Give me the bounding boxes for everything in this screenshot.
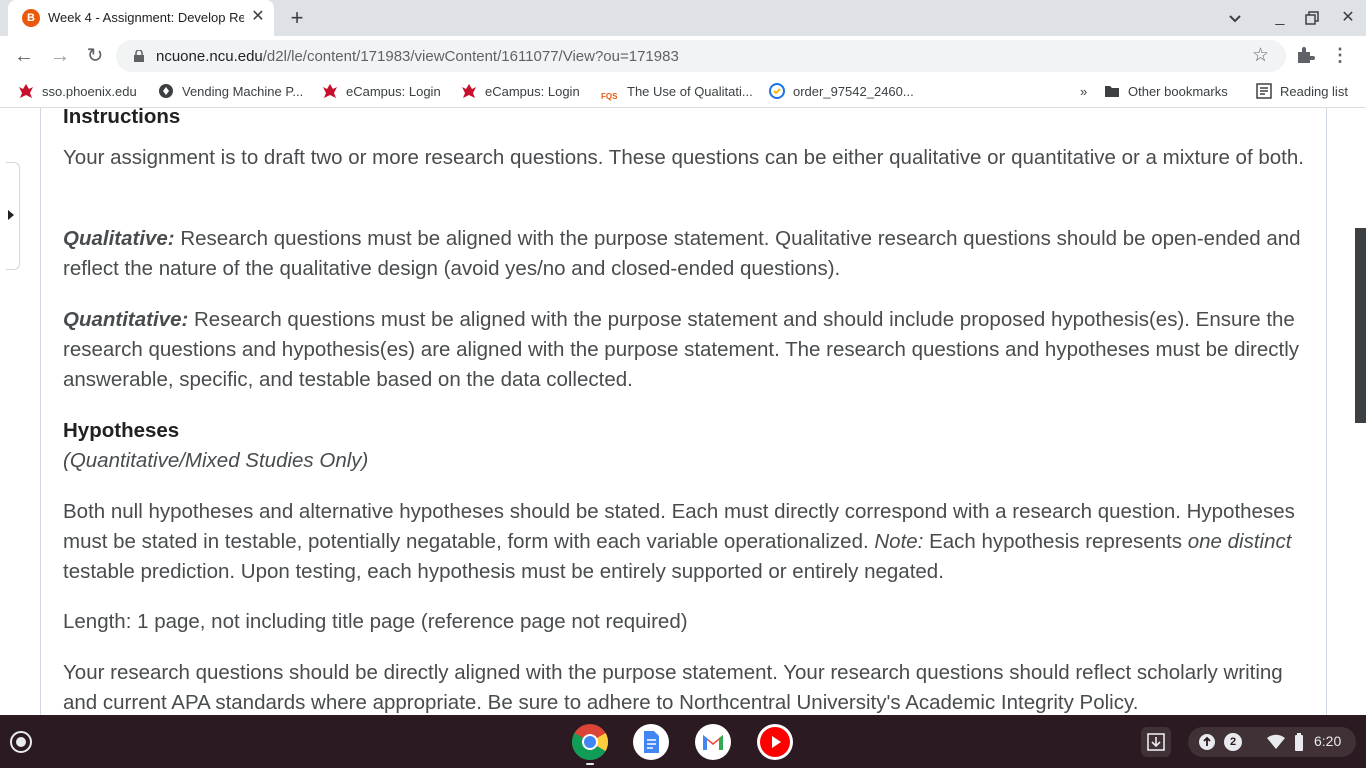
bookmark-label: eCampus: Login bbox=[485, 84, 580, 99]
reading-list-button[interactable]: Reading list bbox=[1256, 82, 1348, 102]
status-area[interactable]: 2 6:20 bbox=[1188, 727, 1356, 757]
bookmarks-bar: sso.phoenix.edu Vending Machine P... eCa… bbox=[0, 76, 1366, 108]
download-icon bbox=[1147, 733, 1165, 751]
extensions-icon[interactable] bbox=[1294, 44, 1316, 66]
bookmarks-overflow-button[interactable]: » bbox=[1080, 82, 1087, 102]
running-indicator bbox=[586, 763, 594, 765]
reload-icon[interactable]: ↻ bbox=[81, 42, 109, 70]
phoenix-icon bbox=[323, 84, 337, 98]
docs-icon[interactable] bbox=[632, 723, 670, 761]
bookmark-item[interactable]: eCampus: Login bbox=[461, 82, 580, 102]
launcher-button[interactable] bbox=[10, 731, 32, 753]
quantitative-text: Research questions must be aligned with … bbox=[63, 308, 1300, 391]
close-tab-icon[interactable]: ✕ bbox=[248, 7, 268, 27]
length-paragraph: Length: 1 page, not including title page… bbox=[63, 610, 688, 633]
clock: 6:20 bbox=[1314, 733, 1342, 749]
bookmark-label: sso.phoenix.edu bbox=[42, 84, 137, 99]
new-tab-button[interactable]: + bbox=[284, 5, 310, 31]
hypotheses-text-2: Each hypothesis represents bbox=[923, 530, 1188, 553]
back-icon[interactable]: ← bbox=[10, 42, 38, 70]
qualitative-label: Qualitative: bbox=[63, 227, 175, 250]
hypotheses-paragraph: Both null hypotheses and alternative hyp… bbox=[63, 497, 1313, 587]
url-path: /d2l/le/content/171983/viewContent/16110… bbox=[262, 48, 679, 65]
other-bookmarks-folder[interactable]: Other bookmarks bbox=[1104, 82, 1228, 102]
phoenix-icon bbox=[19, 84, 33, 98]
bookmark-label: Other bookmarks bbox=[1128, 84, 1228, 99]
vending-icon bbox=[159, 84, 173, 98]
intro-paragraph: Your assignment is to draft two or more … bbox=[63, 146, 1304, 169]
scrollbar-thumb[interactable] bbox=[1355, 228, 1366, 423]
launcher-dot bbox=[16, 737, 26, 747]
wifi-icon bbox=[1267, 734, 1285, 749]
bookmark-label: The Use of Qualitati... bbox=[627, 84, 753, 99]
closing-paragraph: Your research questions should be direct… bbox=[63, 661, 1283, 714]
active-tab[interactable]: B Week 4 - Assignment: Develop Research … bbox=[8, 0, 274, 36]
one-distinct-text: one distinct bbox=[1187, 530, 1292, 553]
downloads-tray-button[interactable] bbox=[1141, 727, 1171, 757]
bookmark-item[interactable]: order_97542_2460... bbox=[769, 82, 914, 102]
hypotheses-text-3: testable prediction. Upon testing, each … bbox=[63, 560, 944, 583]
gmail-icon[interactable] bbox=[694, 723, 732, 761]
close-window-icon[interactable]: ✕ bbox=[1336, 6, 1360, 30]
url-host: ncuone.ncu.edu bbox=[156, 48, 263, 65]
hypotheses-subheading: (Quantitative/Mixed Studies Only) bbox=[63, 449, 369, 472]
fqs-icon: FQS bbox=[601, 92, 618, 101]
system-shelf: 2 6:20 bbox=[0, 715, 1366, 768]
tab-strip: B Week 4 - Assignment: Develop Research … bbox=[0, 0, 1366, 36]
address-bar[interactable]: ncuone.ncu.edu/d2l/le/content/171983/vie… bbox=[116, 40, 1286, 72]
bookmark-item[interactable]: sso.phoenix.edu bbox=[18, 82, 137, 102]
expand-arrow-icon[interactable] bbox=[8, 210, 14, 220]
bookmark-item[interactable]: eCampus: Login bbox=[322, 82, 441, 102]
order-icon bbox=[769, 83, 785, 99]
phoenix-icon bbox=[462, 84, 476, 98]
bookmark-label: Reading list bbox=[1280, 84, 1348, 99]
bookmark-star-icon[interactable]: ☆ bbox=[1252, 46, 1272, 66]
reading-list-icon bbox=[1256, 83, 1272, 99]
tab-title: Week 4 - Assignment: Develop Research Qu… bbox=[48, 10, 244, 25]
url-text: ncuone.ncu.edu/d2l/le/content/171983/vie… bbox=[156, 48, 679, 65]
bookmark-label: eCampus: Login bbox=[346, 84, 441, 99]
folder-icon bbox=[1105, 86, 1119, 97]
forward-icon[interactable]: → bbox=[46, 42, 74, 70]
quantitative-label: Quantitative: bbox=[63, 308, 189, 331]
battery-icon bbox=[1295, 733, 1303, 751]
quantitative-paragraph: Quantitative: Research questions must be… bbox=[63, 305, 1313, 395]
qualitative-paragraph: Qualitative: Research questions must be … bbox=[63, 224, 1313, 284]
tab-search-icon[interactable] bbox=[1224, 8, 1246, 28]
note-label: Note: bbox=[874, 530, 924, 553]
bookmark-item[interactable]: Vending Machine P... bbox=[158, 82, 303, 102]
page-content: Instructions Your assignment is to draft… bbox=[0, 108, 1366, 715]
qualitative-text: Research questions must be aligned with … bbox=[63, 227, 1301, 280]
browser-toolbar: ← → ↻ ncuone.ncu.edu/d2l/le/content/1719… bbox=[0, 36, 1366, 76]
youtube-icon[interactable] bbox=[756, 723, 794, 761]
minimize-icon[interactable]: _ bbox=[1268, 6, 1292, 30]
hypotheses-heading: Hypotheses bbox=[63, 419, 180, 442]
lock-icon bbox=[134, 50, 144, 62]
upload-icon bbox=[1199, 734, 1215, 750]
bookmark-item[interactable]: FQS The Use of Qualitati... bbox=[601, 82, 753, 102]
bookmark-label: Vending Machine P... bbox=[182, 84, 304, 99]
restore-icon[interactable] bbox=[1300, 6, 1324, 30]
chrome-icon[interactable] bbox=[571, 723, 609, 761]
notification-count-badge: 2 bbox=[1224, 733, 1242, 751]
instructions-heading: Instructions bbox=[63, 108, 181, 128]
brightspace-icon: B bbox=[22, 9, 40, 27]
bookmark-label: order_97542_2460... bbox=[793, 84, 914, 99]
menu-kebab-icon[interactable]: ⋮ bbox=[1330, 44, 1350, 66]
